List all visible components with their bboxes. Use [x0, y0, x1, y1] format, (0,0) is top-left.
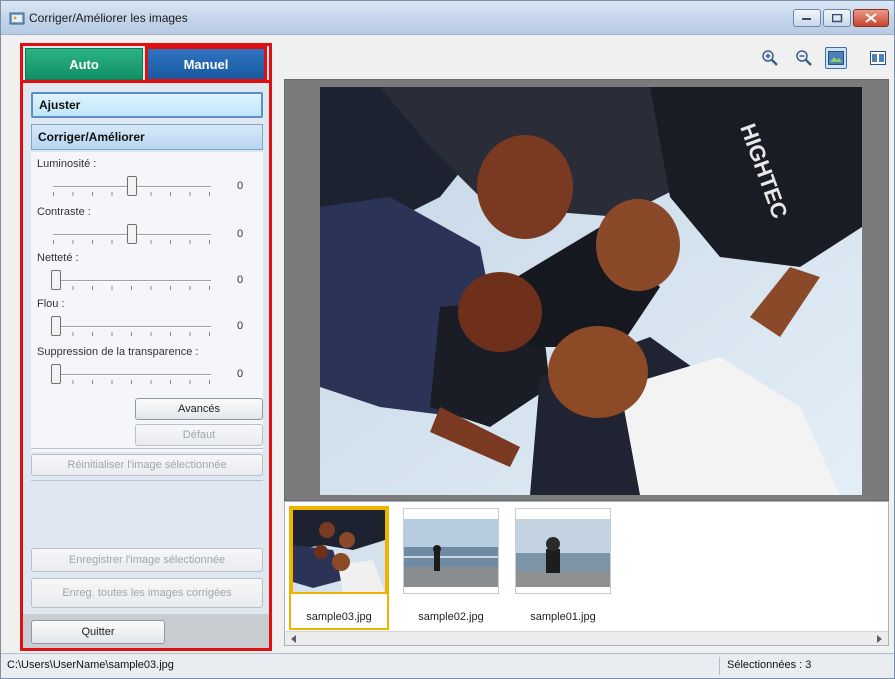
- main-window: Corriger/Améliorer les images Auto Manue…: [0, 0, 895, 679]
- panel-footer: Quitter: [23, 614, 269, 648]
- transparence-label: Suppression de la transparence :: [37, 346, 199, 358]
- thumbnail-scrollbar[interactable]: [285, 631, 888, 645]
- nettete-slider[interactable]: [51, 270, 61, 290]
- minimize-button[interactable]: [793, 9, 821, 27]
- flou-ticks: [53, 332, 211, 336]
- thumbnail-image: [291, 508, 387, 594]
- nettete-ticks: [53, 286, 211, 290]
- selected-count: Sélectionnées : 3: [727, 659, 812, 671]
- maximize-button[interactable]: [823, 9, 851, 27]
- tab-auto[interactable]: Auto: [25, 48, 143, 80]
- flou-value: 0: [237, 320, 244, 332]
- transparence-track: [53, 374, 211, 376]
- divider: [31, 448, 263, 449]
- transparence-ticks: [53, 380, 211, 384]
- luminosite-slider[interactable]: [127, 176, 137, 196]
- thumbnail-name: sample01.jpg: [530, 611, 596, 623]
- close-button[interactable]: [853, 9, 889, 27]
- close-icon: [865, 13, 877, 23]
- enreg-toutes-button[interactable]: Enreg. toutes les images corrigées: [31, 578, 263, 608]
- flou-slider[interactable]: [51, 316, 61, 336]
- zoom-out-icon: [796, 50, 812, 66]
- preview-image: HIGHTEC: [320, 87, 862, 495]
- preview-area: HIGHTEC: [284, 79, 889, 501]
- compare-view-button[interactable]: [867, 47, 889, 69]
- transparence-value: 0: [237, 368, 244, 380]
- scroll-left-icon[interactable]: [289, 634, 299, 644]
- thumbnail-name: sample03.jpg: [306, 611, 372, 623]
- contraste-value: 0: [237, 228, 244, 240]
- thumbnail-sample01[interactable]: sample01.jpg: [515, 508, 611, 628]
- compare-view-icon: [870, 51, 886, 65]
- scroll-right-icon[interactable]: [874, 634, 884, 644]
- reinitialiser-button[interactable]: Réinitialiser l'image sélectionnée: [31, 454, 263, 476]
- status-separator: [719, 657, 720, 675]
- thumbnail-name: sample02.jpg: [418, 611, 484, 623]
- tab-highlight: [23, 80, 269, 83]
- tab-manuel[interactable]: Manuel: [145, 46, 267, 82]
- transparence-slider[interactable]: [51, 364, 61, 384]
- thumbnail-sample03[interactable]: sample03.jpg: [289, 506, 389, 630]
- adjust-panel: Auto Manuel Ajuster Corriger/Améliorer L…: [20, 43, 272, 651]
- full-image-view-button[interactable]: [825, 47, 847, 69]
- avances-button[interactable]: Avancés: [135, 398, 263, 420]
- window-title: Corriger/Améliorer les images: [29, 11, 188, 25]
- ajuster-button[interactable]: Ajuster: [31, 92, 263, 118]
- defaut-button[interactable]: Défaut: [135, 424, 263, 446]
- thumbnail-sample02[interactable]: sample02.jpg: [403, 508, 499, 628]
- corriger-ameliorer-button[interactable]: Corriger/Améliorer: [31, 124, 263, 150]
- file-path: C:\Users\UserName\sample03.jpg: [7, 659, 174, 671]
- thumbnail-image: [515, 508, 611, 594]
- nettete-value: 0: [237, 274, 244, 286]
- enregistrer-button[interactable]: Enregistrer l'image sélectionnée: [31, 548, 263, 572]
- zoom-in-button[interactable]: [759, 47, 781, 69]
- nettete-track: [53, 280, 211, 282]
- luminosite-value: 0: [237, 180, 244, 192]
- thumbnail-image: [403, 508, 499, 594]
- full-image-view-icon: [828, 51, 844, 65]
- minimize-icon: [802, 18, 811, 20]
- app-icon: [9, 12, 25, 25]
- nettete-label: Netteté :: [37, 252, 79, 264]
- status-bar: C:\Users\UserName\sample03.jpg Sélection…: [1, 653, 894, 678]
- quitter-button[interactable]: Quitter: [31, 620, 165, 644]
- contraste-label: Contraste :: [37, 206, 91, 218]
- divider: [31, 480, 263, 481]
- flou-label: Flou :: [37, 298, 65, 310]
- zoom-in-icon: [762, 50, 778, 66]
- luminosite-label: Luminosité :: [37, 158, 97, 170]
- manual-sliders: Luminosité : 0 Contraste : 0 Netteté : 0…: [31, 152, 263, 452]
- zoom-out-button[interactable]: [793, 47, 815, 69]
- flou-track: [53, 326, 211, 328]
- contraste-slider[interactable]: [127, 224, 137, 244]
- title-bar: Corriger/Améliorer les images: [1, 1, 894, 35]
- thumbnail-strip: sample03.jpg sample02.jpg sample01.jpg: [284, 501, 889, 646]
- maximize-icon: [831, 13, 842, 22]
